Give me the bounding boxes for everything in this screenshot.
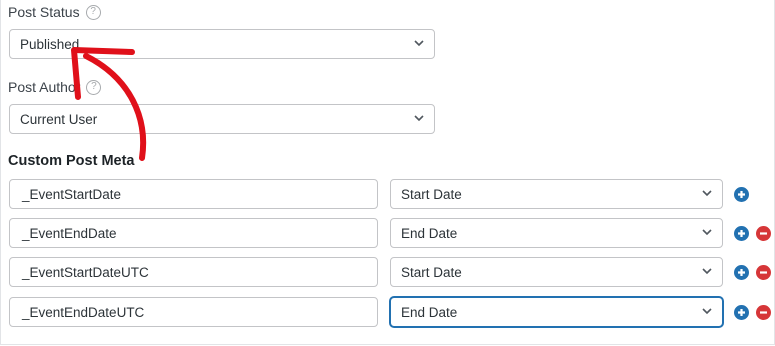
add-row-button[interactable]	[734, 305, 749, 320]
plus-circle-icon	[734, 265, 749, 280]
remove-row-button[interactable]	[756, 265, 771, 280]
post-status-label-row: Post Status ?	[8, 4, 101, 20]
post-status-label: Post Status	[8, 4, 80, 20]
meta-key-value: _EventEndDateUTC	[22, 304, 145, 320]
post-author-label: Post Author	[8, 79, 81, 95]
chevron-down-icon	[414, 40, 424, 47]
add-row-button[interactable]	[734, 226, 749, 241]
chevron-down-icon	[702, 308, 712, 315]
meta-key-value: _EventStartDateUTC	[22, 264, 149, 280]
post-author-select[interactable]: Current User	[9, 104, 435, 134]
meta-value-text: Start Date	[401, 186, 462, 202]
meta-key-input[interactable]: _EventStartDate	[9, 179, 378, 209]
add-row-button[interactable]	[734, 187, 749, 202]
plus-circle-icon	[734, 226, 749, 241]
meta-value-text: End Date	[401, 304, 458, 320]
meta-value-select[interactable]: Start Date	[390, 179, 723, 209]
minus-circle-icon	[756, 226, 771, 241]
question-circle-icon[interactable]: ?	[85, 4, 101, 20]
plus-circle-icon	[734, 187, 749, 202]
meta-key-value: _EventEndDate	[22, 225, 117, 241]
meta-value-text: End Date	[401, 225, 458, 241]
meta-value-text: Start Date	[401, 264, 462, 280]
meta-key-value: _EventStartDate	[22, 186, 122, 202]
chevron-down-icon	[702, 190, 712, 197]
remove-row-button[interactable]	[756, 226, 771, 241]
post-author-value: Current User	[20, 111, 98, 127]
chevron-down-icon	[702, 268, 712, 275]
question-circle-icon[interactable]: ?	[86, 79, 102, 95]
form-panel: Post Status ? Published Post Author ? Cu…	[0, 0, 775, 345]
meta-key-input[interactable]: _EventEndDateUTC	[9, 297, 378, 327]
chevron-down-icon	[702, 229, 712, 236]
remove-row-button[interactable]	[756, 305, 771, 320]
meta-value-select[interactable]: End Date	[390, 218, 723, 248]
meta-value-select[interactable]: Start Date	[390, 257, 723, 287]
minus-circle-icon	[756, 265, 771, 280]
post-status-select[interactable]: Published	[9, 29, 435, 59]
post-author-label-row: Post Author ?	[8, 79, 102, 95]
post-status-value: Published	[20, 36, 80, 52]
meta-key-input[interactable]: _EventStartDateUTC	[9, 257, 378, 287]
chevron-down-icon	[414, 115, 424, 122]
meta-value-select[interactable]: End Date	[390, 297, 723, 327]
add-row-button[interactable]	[734, 265, 749, 280]
minus-circle-icon	[756, 305, 771, 320]
meta-key-input[interactable]: _EventEndDate	[9, 218, 378, 248]
plus-circle-icon	[734, 305, 749, 320]
custom-post-meta-title: Custom Post Meta	[8, 153, 135, 169]
